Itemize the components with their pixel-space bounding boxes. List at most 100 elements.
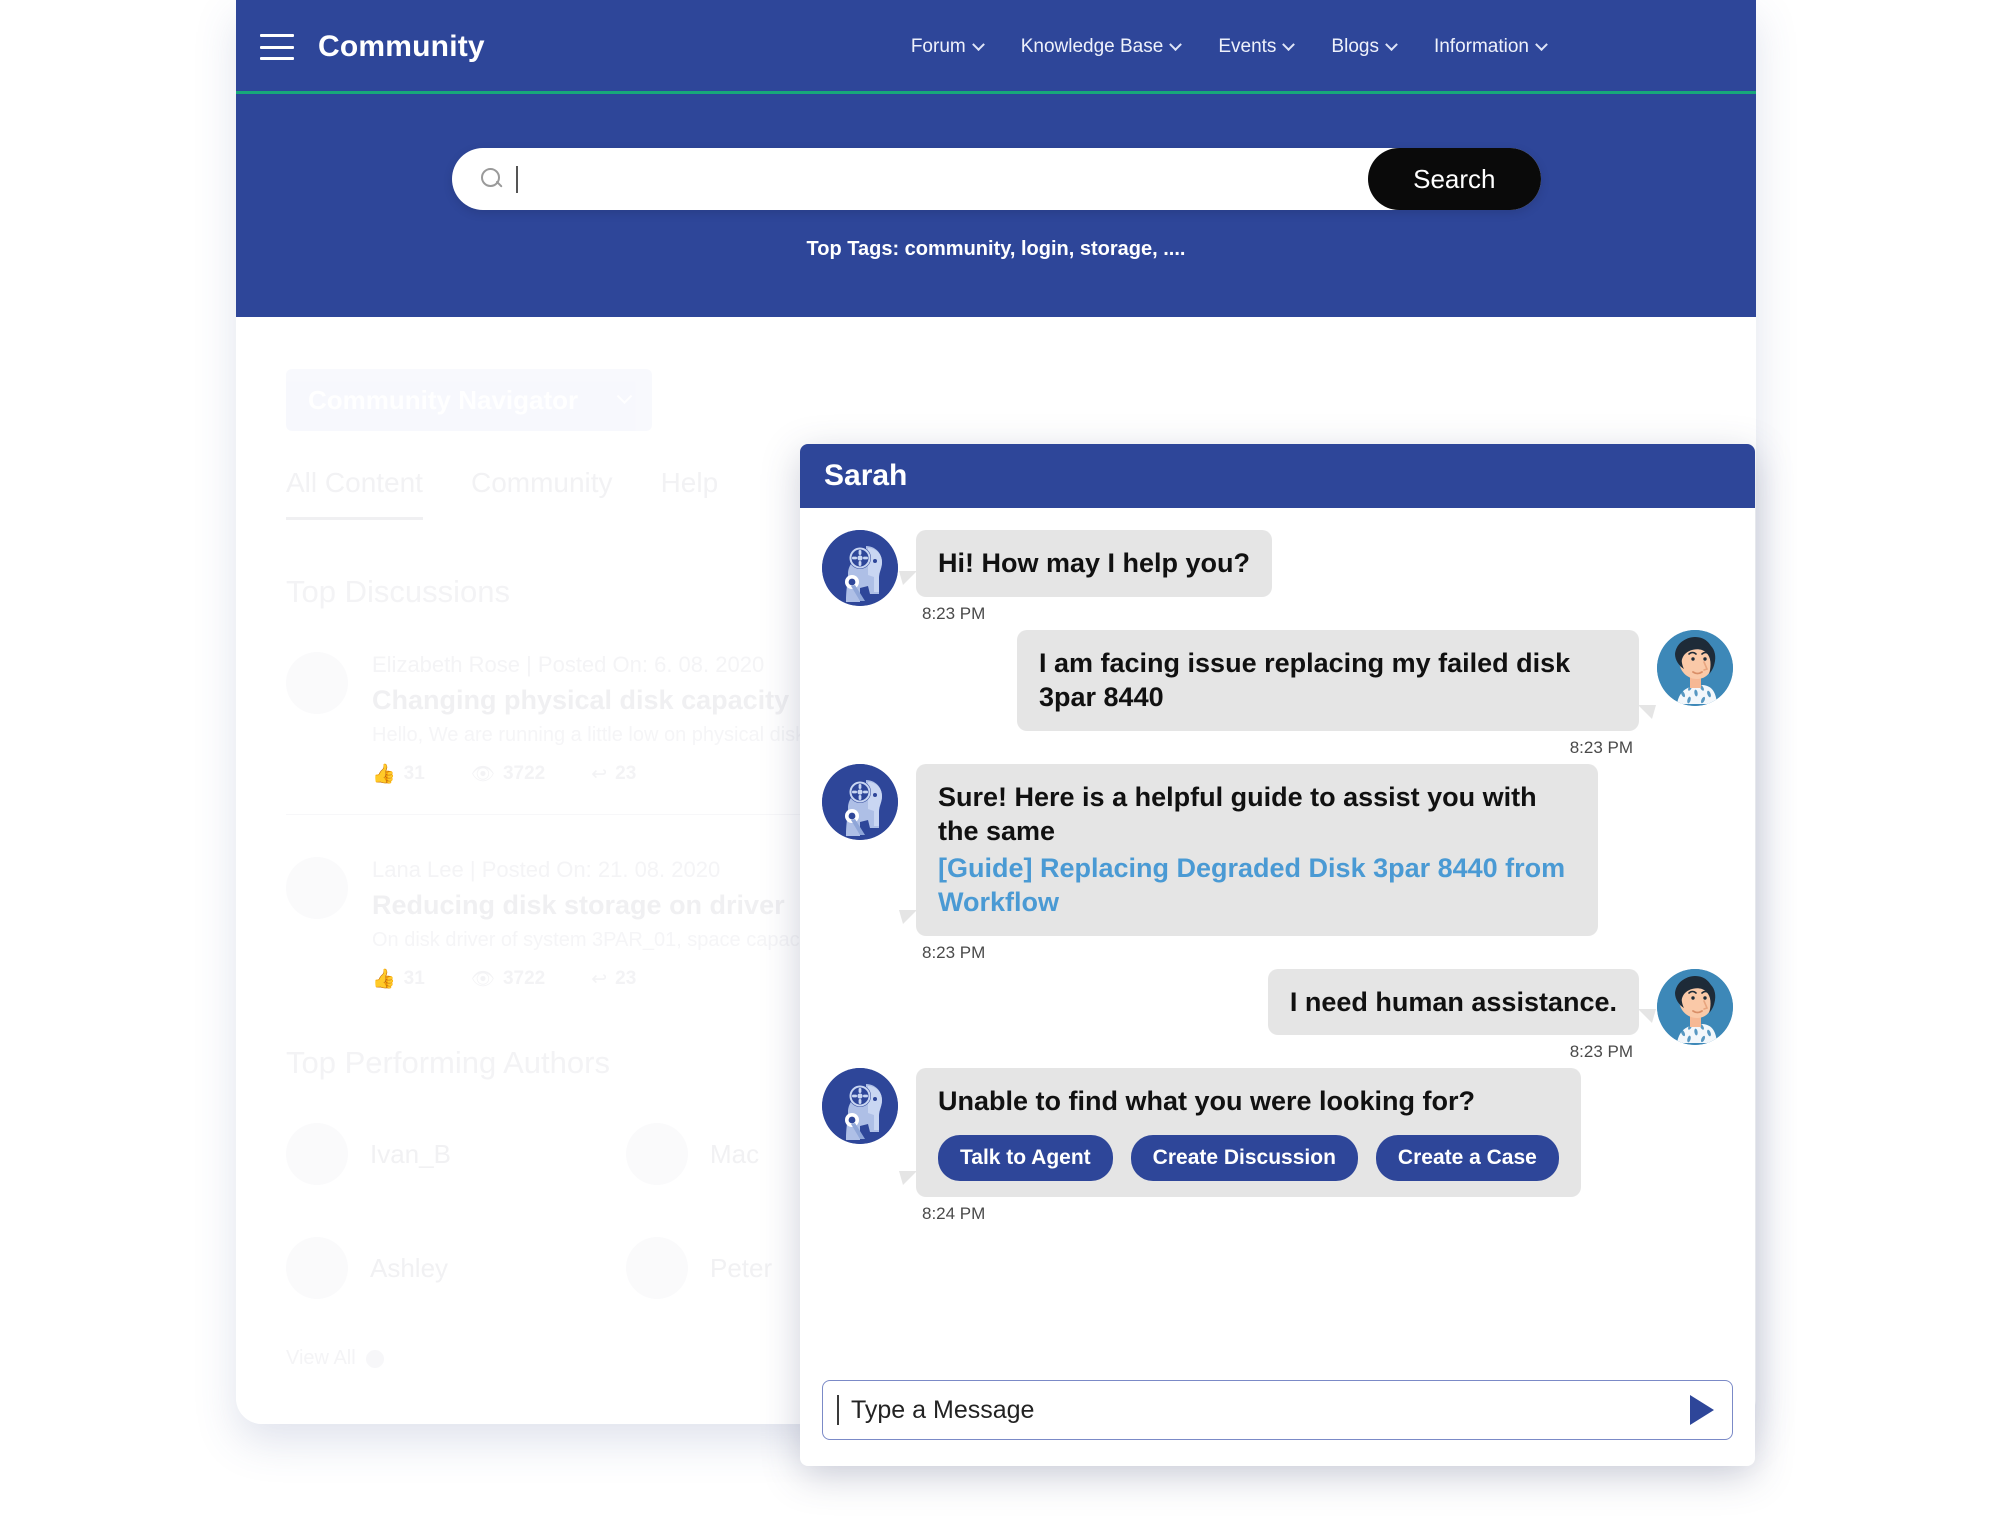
chat-bubble-group: I need human assistance. 8:23 PM <box>1267 968 1657 1063</box>
user-avatar-icon <box>1657 968 1733 1045</box>
chat-bubble-group: Hi! How may I help you? 8:23 PM <box>898 530 1273 624</box>
search-bar[interactable]: Search <box>451 148 1541 210</box>
brand-title: Community <box>318 30 485 63</box>
message-timestamp: 8:23 PM <box>922 942 986 962</box>
bot-avatar-icon <box>822 763 898 840</box>
chat-bubble-group: Sure! Here is a helpful guide to assist … <box>898 763 1598 963</box>
community-navigator-dropdown[interactable]: Community Navigator <box>286 369 652 431</box>
reply-count: ↩ 23 <box>591 968 637 990</box>
avatar <box>626 1123 688 1185</box>
nav-item-information[interactable]: Information <box>1433 36 1548 58</box>
chevron-down-icon <box>616 387 633 404</box>
chat-bubble: Hi! How may I help you? <box>916 530 1273 597</box>
search-caret <box>515 165 518 193</box>
like-count: 👍 31 <box>372 763 425 785</box>
author-name: Peter <box>710 1252 773 1283</box>
chat-footer <box>800 1366 1755 1466</box>
chat-title: Sarah <box>824 459 908 492</box>
talk-to-agent-button[interactable]: Talk to Agent <box>938 1134 1113 1181</box>
view-count: 👁 3722 <box>470 763 546 785</box>
woman-avatar-icon <box>1657 968 1733 1045</box>
arrow-right-icon <box>365 1349 384 1368</box>
like-count: 👍 31 <box>372 968 425 990</box>
nav-item-label: Events <box>1218 36 1277 57</box>
chat-bubble-group: Unable to find what you were looking for… <box>898 1068 1581 1224</box>
nav-item-label: Forum <box>910 36 966 57</box>
like-value: 31 <box>403 968 425 989</box>
chat-widget: Sarah Hi! How may I help you? 8:23 PM I … <box>800 444 1755 1466</box>
view-value: 3722 <box>502 968 546 989</box>
nav-item-events[interactable]: Events <box>1218 36 1296 58</box>
tab-all-content[interactable]: All Content <box>286 467 423 520</box>
woman-avatar-icon <box>1657 629 1733 706</box>
guide-link[interactable]: [Guide] Replacing Degraded Disk 3par 844… <box>938 851 1576 920</box>
navbar-menu: Forum Knowledge Base Events Blogs Inform… <box>911 36 1696 58</box>
chat-bubble-text: Sure! Here is a helpful guide to assist … <box>938 781 1537 847</box>
navbar-accent-divider <box>236 91 1756 94</box>
message-input[interactable] <box>851 1395 1690 1425</box>
chevron-down-icon <box>1385 37 1398 51</box>
view-count: 👁 3722 <box>470 968 546 990</box>
nav-item-forum[interactable]: Forum <box>910 36 985 58</box>
chat-message-bot: Hi! How may I help you? 8:23 PM <box>822 530 1733 624</box>
message-timestamp: 8:23 PM <box>922 603 986 623</box>
nav-item-label: Knowledge Base <box>1020 36 1164 57</box>
message-timestamp: 8:23 PM <box>1569 737 1633 757</box>
chat-bubble-group: I am facing issue replacing my failed di… <box>1017 629 1657 758</box>
nav-item-knowledge-base[interactable]: Knowledge Base <box>1020 36 1183 58</box>
navbar-left: Community <box>260 30 485 64</box>
nav-item-label: Information <box>1433 36 1529 57</box>
avatar <box>626 1237 688 1299</box>
message-input-wrapper[interactable] <box>822 1380 1733 1440</box>
hamburger-bar <box>260 57 294 60</box>
screenshot-root: Community Forum Knowledge Base Events Bl… <box>0 0 2000 1532</box>
chat-bubble: I am facing issue replacing my failed di… <box>1017 629 1639 731</box>
chat-message-user: I need human assistance. 8:23 PM <box>822 968 1733 1063</box>
reply-count: ↩ 23 <box>591 763 637 785</box>
chat-bubble: Sure! Here is a helpful guide to assist … <box>916 763 1598 936</box>
like-value: 31 <box>403 763 425 784</box>
robot-head-icon <box>822 530 898 606</box>
input-caret <box>837 1395 839 1425</box>
chat-message-user: I am facing issue replacing my failed di… <box>822 629 1733 758</box>
chat-message-bot: Unable to find what you were looking for… <box>822 1068 1733 1224</box>
author-name: Ivan_B <box>370 1138 451 1169</box>
create-discussion-button[interactable]: Create Discussion <box>1130 1134 1358 1181</box>
search-hero: Search Top Tags: community, login, stora… <box>236 94 1756 317</box>
chat-message-bot: Sure! Here is a helpful guide to assist … <box>822 763 1733 963</box>
author-item[interactable]: Ashley <box>286 1237 546 1299</box>
quick-action-buttons: Talk to Agent Create Discussion Create a… <box>938 1134 1559 1181</box>
robot-head-icon <box>822 763 898 840</box>
chevron-down-icon <box>971 37 985 51</box>
chat-header: Sarah <box>800 444 1755 508</box>
search-button[interactable]: Search <box>1368 148 1541 210</box>
hamburger-bar <box>260 45 294 49</box>
user-avatar-icon <box>1657 629 1733 706</box>
message-timestamp: 8:23 PM <box>1569 1042 1633 1062</box>
top-navbar: Community Forum Knowledge Base Events Bl… <box>236 0 1756 94</box>
nav-item-label: Blogs <box>1331 36 1379 57</box>
hamburger-bar <box>260 34 294 37</box>
chat-bubble-text: Unable to find what you were looking for… <box>938 1086 1476 1117</box>
view-all-label: View All <box>286 1347 356 1369</box>
nav-item-blogs[interactable]: Blogs <box>1331 36 1398 58</box>
bot-avatar-icon <box>822 530 898 606</box>
top-tags-text: Top Tags: community, login, storage, ...… <box>806 238 1186 260</box>
tab-community[interactable]: Community <box>471 467 613 520</box>
chat-message-list: Hi! How may I help you? 8:23 PM I am fac… <box>800 508 1755 1366</box>
chat-bubble: I need human assistance. <box>1267 968 1639 1036</box>
send-icon[interactable] <box>1690 1395 1714 1425</box>
author-name: Mac <box>710 1138 760 1169</box>
create-case-button[interactable]: Create a Case <box>1375 1134 1559 1181</box>
bot-avatar-icon <box>822 1068 898 1145</box>
view-value: 3722 <box>502 763 546 784</box>
search-icon <box>480 167 504 191</box>
hamburger-icon[interactable] <box>260 34 294 60</box>
avatar <box>286 1237 348 1299</box>
reply-value: 23 <box>615 968 637 989</box>
tab-help[interactable]: Help <box>661 467 719 520</box>
author-item[interactable]: Ivan_B <box>286 1123 546 1185</box>
robot-head-icon <box>822 1068 898 1145</box>
chevron-down-icon <box>1282 37 1296 51</box>
author-name: Ashley <box>370 1252 449 1283</box>
